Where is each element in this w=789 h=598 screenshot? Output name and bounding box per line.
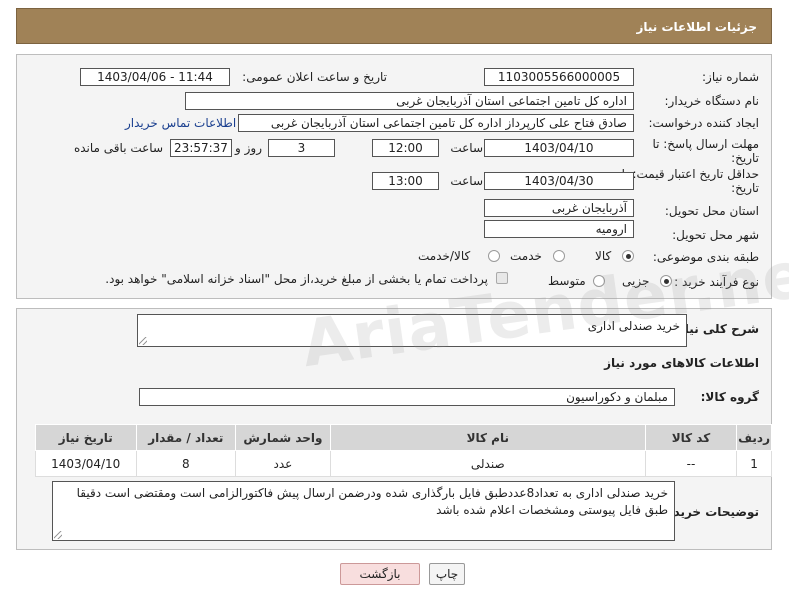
process-radio-minor[interactable] [660, 275, 672, 287]
delivery-city-label: شهر محل تحویل: [672, 228, 759, 242]
need-number-field[interactable]: 1103005566000005 [484, 68, 634, 86]
goods-table-header-row: ردیف کد کالا نام کالا واحد شمارش تعداد /… [35, 424, 772, 451]
reply-deadline-time-label: ساعت [450, 141, 483, 155]
general-desc-field[interactable]: خرید صندلی اداری [137, 314, 687, 347]
process-radio-medium[interactable] [593, 275, 605, 287]
col-goods-name: نام کالا [329, 424, 646, 451]
process-option-medium: متوسط [548, 274, 586, 288]
announce-datetime-label: تاریخ و ساعت اعلان عمومی: [242, 70, 387, 84]
col-row-number: ردیف [736, 424, 772, 451]
category-label: طبقه بندی موضوعی: [652, 250, 759, 264]
back-button[interactable]: بازگشت [340, 563, 420, 585]
cell-row-number: 1 [736, 450, 772, 477]
col-unit: واحد شمارش [235, 424, 331, 451]
category-option-service: خدمت [510, 249, 542, 263]
cell-quantity: 8 [135, 450, 237, 477]
goods-group-label: گروه کالا: [700, 390, 759, 404]
category-option-goods: کالا [595, 249, 612, 263]
buyer-notes-resize-handle[interactable] [54, 531, 62, 539]
price-validity-label-date: تاریخ: [731, 181, 759, 195]
cell-need-date: 1403/04/10 [35, 450, 137, 477]
buyer-org-label: نام دستگاه خریدار: [664, 94, 760, 108]
general-desc-resize-handle[interactable] [139, 337, 147, 345]
remaining-days-field[interactable]: 3 [268, 139, 335, 157]
col-need-date: تاریخ نیاز [35, 424, 137, 451]
cell-goods-name: صندلی [329, 450, 646, 477]
price-validity-label: حداقل تاریخ اعتبار قیمت: تا [621, 167, 759, 181]
need-number-label: شماره نیاز: [702, 70, 759, 84]
goods-info-title: اطلاعات کالاهای مورد نیاز [604, 356, 759, 370]
category-radio-goods[interactable] [622, 250, 634, 262]
delivery-province-field[interactable]: آذربایجان غربی [484, 199, 634, 217]
days-label: روز و [235, 141, 262, 155]
buyer-org-field[interactable]: اداره کل تامین اجتماعی استان آذربایجان غ… [185, 92, 634, 110]
page-header: جزئیات اطلاعات نیاز [16, 8, 772, 44]
requester-field[interactable]: صادق فتاح علی کارپرداز اداره کل تامین اج… [238, 114, 634, 132]
col-quantity: تعداد / مقدار [135, 424, 237, 451]
category-radio-service[interactable] [553, 250, 565, 262]
category-radio-goods-service[interactable] [488, 250, 500, 262]
reply-deadline-label: مهلت ارسال پاسخ: تا [652, 137, 759, 151]
remaining-time-label: ساعت باقی مانده [73, 141, 163, 155]
goods-table: ردیف کد کالا نام کالا واحد شمارش تعداد /… [35, 424, 772, 477]
price-validity-time-label: ساعت [450, 174, 483, 188]
treasury-docs-checkbox[interactable] [496, 272, 508, 284]
print-button[interactable]: چاپ [429, 563, 465, 585]
price-validity-date-field[interactable]: 1403/04/30 [484, 172, 634, 190]
buyer-contact-link[interactable]: اطلاعات تماس خریدار [125, 116, 236, 130]
cell-goods-code: -- [644, 450, 738, 477]
cell-unit: عدد [235, 450, 331, 477]
announce-datetime-field[interactable]: 1403/04/06 - 11:44 [80, 68, 230, 86]
remaining-time-field[interactable]: 23:57:37 [170, 139, 232, 157]
reply-deadline-time-field[interactable]: 12:00 [372, 139, 439, 157]
reply-deadline-label-date: تاریخ: [731, 151, 759, 165]
requester-label: ایجاد کننده درخواست: [648, 116, 759, 130]
price-validity-time-field[interactable]: 13:00 [372, 172, 439, 190]
buyer-notes-field[interactable]: خرید صندلی اداری به تعداد8عددطبق فایل با… [52, 481, 675, 541]
category-option-goods-service: کالا/خدمت [418, 249, 471, 263]
goods-group-field[interactable]: مبلمان و دکوراسیون [139, 388, 675, 406]
delivery-city-field[interactable]: ارومیه [484, 220, 634, 238]
col-goods-code: کد کالا [644, 424, 738, 451]
treasury-docs-note: پرداخت تمام یا بخشی از مبلغ خرید،از محل … [105, 272, 488, 286]
table-row[interactable]: 1 -- صندلی عدد 8 1403/04/10 [35, 450, 772, 477]
purchase-process-label: نوع فرآیند خرید : [674, 275, 759, 289]
delivery-province-label: استان محل تحویل: [664, 204, 759, 218]
process-option-minor: جزیی [622, 274, 650, 288]
reply-deadline-date-field[interactable]: 1403/04/10 [484, 139, 634, 157]
